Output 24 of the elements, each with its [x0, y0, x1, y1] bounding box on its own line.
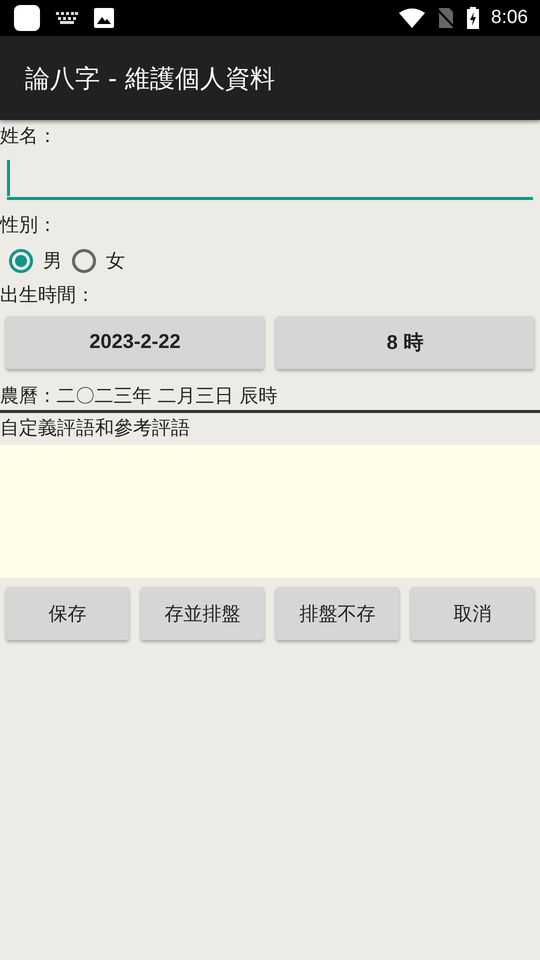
date-button[interactable]: 2023-2-22 — [6, 316, 264, 369]
field-label: 自定義評語和參考評語 — [0, 416, 190, 441]
name-input-field[interactable] — [7, 159, 533, 200]
radio-option[interactable]: 男 — [9, 248, 62, 274]
text-cursor — [7, 160, 10, 196]
image-icon — [94, 8, 114, 28]
clock: 8:06 — [491, 7, 528, 29]
battery-charging-icon — [467, 7, 480, 29]
notification-icon — [14, 5, 40, 31]
field-label: 出生時間： — [0, 283, 95, 308]
action-button[interactable]: 取消 — [411, 587, 534, 640]
action-button[interactable]: 保存 — [6, 587, 129, 640]
lunar-date-text: 農曆 : 二〇二三年 二月三日 辰時 — [0, 384, 278, 409]
radio-button[interactable] — [72, 249, 96, 273]
field-label: 姓名： — [0, 124, 57, 149]
radio-option[interactable]: 女 — [72, 248, 125, 274]
radio-button[interactable] — [9, 249, 33, 273]
action-button[interactable]: 排盤不存 — [276, 587, 399, 640]
app-title: 論八字 - 維護個人資料 — [25, 62, 275, 94]
hour-button[interactable]: 8 時 — [276, 316, 534, 369]
action-button[interactable]: 存並排盤 — [141, 587, 264, 640]
no-sim-icon — [437, 8, 456, 28]
keyboard-icon — [56, 12, 78, 24]
wifi-icon — [399, 8, 426, 28]
